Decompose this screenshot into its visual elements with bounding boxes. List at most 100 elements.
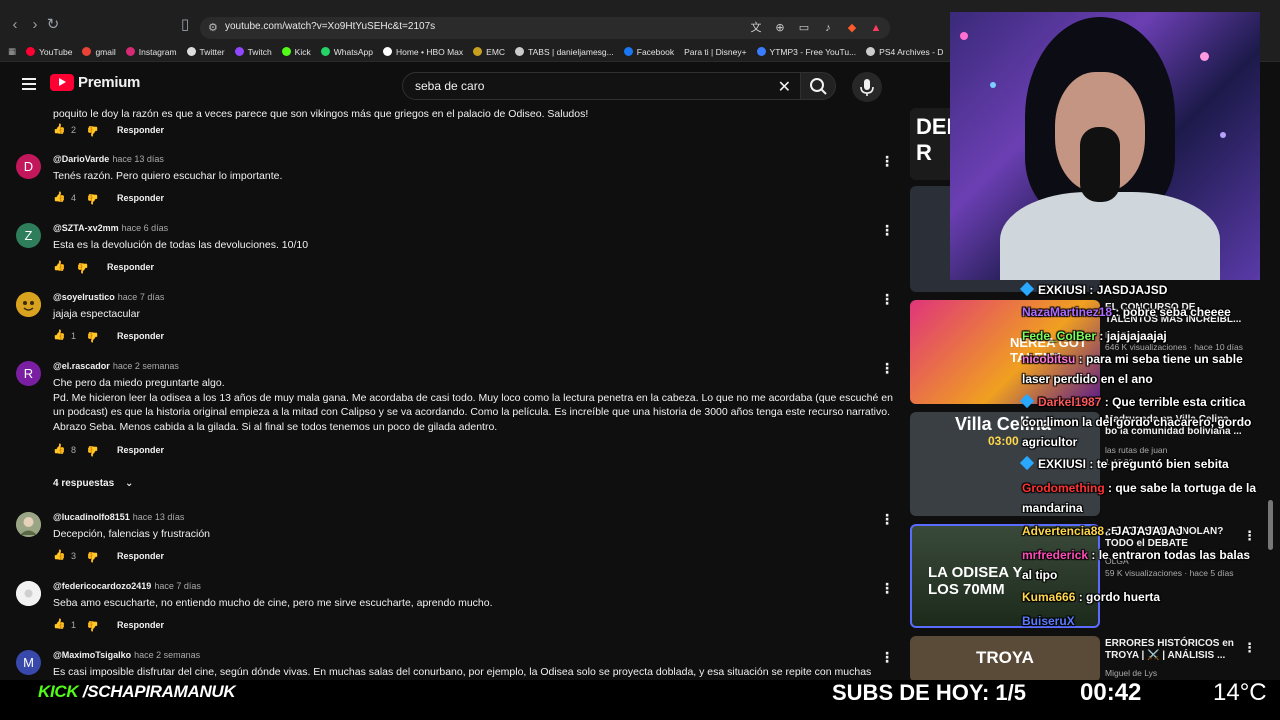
youtube-logo[interactable]: Premium: [50, 74, 140, 91]
bookmark-kick[interactable]: Kick: [281, 47, 311, 57]
reply-button[interactable]: Responder: [117, 125, 164, 135]
more-options-icon[interactable]: ⋮: [1243, 640, 1256, 656]
dislike-icon[interactable]: 👍: [87, 124, 99, 136]
comment-author[interactable]: @MaximoTsigalko: [53, 650, 131, 660]
comment-text: Seba amo escucharte, no entiendo mucho d…: [53, 597, 493, 609]
url-text: youtube.com/watch?v=Xo9HtYuSEHc&t=2107s: [225, 21, 436, 32]
more-options-icon[interactable]: ⋮: [880, 512, 894, 526]
bookmark-instagram[interactable]: Instagram: [125, 47, 177, 57]
avatar[interactable]: D: [16, 154, 41, 179]
dislike-icon[interactable]: 👍: [77, 261, 89, 273]
like-icon[interactable]: 👍: [53, 619, 65, 631]
media-icon[interactable]: ♪: [820, 20, 836, 36]
comment-author[interactable]: @DarioVarde: [53, 154, 109, 164]
comment-actions: 👍 3 👍 Responder: [53, 550, 164, 562]
like-icon[interactable]: 👍: [53, 124, 65, 136]
avatar-face-icon: [16, 292, 41, 317]
reply-button[interactable]: Responder: [117, 551, 164, 561]
address-bar[interactable]: ⚙ youtube.com/watch?v=Xo9HtYuSEHc&t=2107…: [200, 17, 890, 39]
dislike-icon[interactable]: 👍: [87, 192, 99, 204]
scrollbar[interactable]: [1268, 500, 1273, 550]
more-options-icon[interactable]: ⋮: [880, 361, 894, 375]
more-options-icon[interactable]: ⋮: [880, 223, 894, 237]
back-icon[interactable]: ‹: [6, 16, 24, 34]
avatar[interactable]: [16, 581, 41, 606]
reply-button[interactable]: Responder: [117, 445, 164, 455]
comment-time[interactable]: hace 2 semanas: [134, 650, 200, 660]
comment-author[interactable]: @lucadinolfo8151: [53, 512, 130, 522]
bookmark-emc[interactable]: EMC: [473, 47, 505, 57]
bookmark-twitch[interactable]: Twitch: [234, 47, 272, 57]
bookmark-whatsapp[interactable]: WhatsApp: [320, 47, 373, 57]
bookmark-twitter[interactable]: Twitter: [186, 47, 225, 57]
comment-time[interactable]: hace 7 días: [118, 292, 165, 302]
menu-icon[interactable]: [22, 78, 36, 90]
bookmark-disney[interactable]: Para ti | Disney+: [684, 47, 746, 57]
comment-time[interactable]: hace 7 días: [154, 581, 201, 591]
bookmark-gmail[interactable]: gmail: [82, 47, 116, 57]
webcam-overlay: [950, 12, 1260, 280]
show-replies-button[interactable]: 4 respuestas ⌄: [53, 478, 133, 489]
voice-search-button[interactable]: [852, 72, 882, 102]
like-icon[interactable]: 👍: [53, 330, 65, 342]
avatar[interactable]: R: [16, 361, 41, 386]
bookmark-facebook[interactable]: Facebook: [623, 47, 674, 57]
rewards-icon[interactable]: ▲: [868, 20, 884, 36]
video-title[interactable]: ERRORES HISTÓRICOS en TROYA | ⚔️ | ANÁLI…: [1105, 638, 1245, 662]
chat-message: BuiseruX: [1022, 611, 1257, 631]
bookmark-tabs[interactable]: TABS | danieljamesg...: [515, 47, 614, 57]
comment-actions: 👍 👍 Responder: [53, 261, 154, 273]
comment-author[interactable]: @el.rascador: [53, 361, 110, 371]
comment-time[interactable]: hace 2 semanas: [113, 361, 179, 371]
avatar[interactable]: M: [16, 650, 41, 675]
apps-icon[interactable]: ▦: [8, 46, 16, 57]
comments-section: poquito le doy la razón es que a veces p…: [0, 108, 905, 683]
comment-actions: 👍 1 👍 Responder: [53, 330, 164, 342]
reply-button[interactable]: Responder: [117, 331, 164, 341]
search-input[interactable]: [415, 79, 765, 93]
bookmark-icon[interactable]: ▯: [176, 16, 194, 34]
comment-time[interactable]: hace 6 días: [122, 223, 169, 233]
more-options-icon[interactable]: ⋮: [880, 650, 894, 664]
bookmark-youtube[interactable]: YouTube: [26, 47, 72, 57]
dislike-icon[interactable]: 👍: [87, 444, 99, 456]
comment-time[interactable]: hace 13 días: [133, 512, 185, 522]
more-options-icon[interactable]: ⋮: [880, 581, 894, 595]
reload-icon[interactable]: ↻: [44, 16, 62, 34]
comment-author[interactable]: @soyelrustico: [53, 292, 115, 302]
video-channel[interactable]: Miguel de Lys: [1105, 668, 1157, 678]
more-options-icon[interactable]: ⋮: [880, 154, 894, 168]
like-icon[interactable]: 👍: [53, 192, 65, 204]
avatar[interactable]: [16, 512, 41, 537]
comment-author[interactable]: @SZTA-xv2mm: [53, 223, 119, 233]
reply-button[interactable]: Responder: [117, 193, 164, 203]
bookmark-hbo[interactable]: Home • HBO Max: [382, 47, 463, 57]
site-info-icon[interactable]: ⚙: [208, 21, 222, 35]
comment-author[interactable]: @federicocardozo2419: [53, 581, 151, 591]
like-icon[interactable]: 👍: [53, 261, 65, 273]
video-thumbnail[interactable]: TROYA: [910, 636, 1100, 682]
chat-user: mrfrederick: [1022, 548, 1089, 562]
translate-icon[interactable]: 文: [748, 20, 764, 36]
avatar[interactable]: [16, 292, 41, 317]
bookmark-ytmp3[interactable]: YTMP3 - Free YouTu...: [756, 47, 856, 57]
comment-time[interactable]: hace 13 días: [112, 154, 164, 164]
search-button[interactable]: [800, 72, 836, 100]
like-icon[interactable]: 👍: [53, 444, 65, 456]
dislike-icon[interactable]: 👍: [87, 550, 99, 562]
like-icon[interactable]: 👍: [53, 550, 65, 562]
more-options-icon[interactable]: ⋮: [880, 292, 894, 306]
zoom-icon[interactable]: ⊕: [772, 20, 788, 36]
cast-icon[interactable]: ▭: [796, 20, 812, 36]
like-count: 8: [71, 445, 77, 455]
dislike-icon[interactable]: 👍: [87, 330, 99, 342]
dislike-icon[interactable]: 👍: [87, 619, 99, 631]
avatar[interactable]: Z: [16, 223, 41, 248]
brave-shield-icon[interactable]: ◆: [844, 20, 860, 36]
forward-icon[interactable]: ›: [26, 16, 44, 34]
stream-overlay-bar: KICK /SCHAPIRAMANUK SUBS DE HOY: 1/5 00:…: [0, 679, 1280, 720]
reply-button[interactable]: Responder: [107, 262, 154, 272]
bookmark-ps4[interactable]: PS4 Archives - D: [866, 47, 943, 57]
reply-button[interactable]: Responder: [117, 620, 164, 630]
clear-search-icon[interactable]: ✕: [778, 77, 791, 97]
